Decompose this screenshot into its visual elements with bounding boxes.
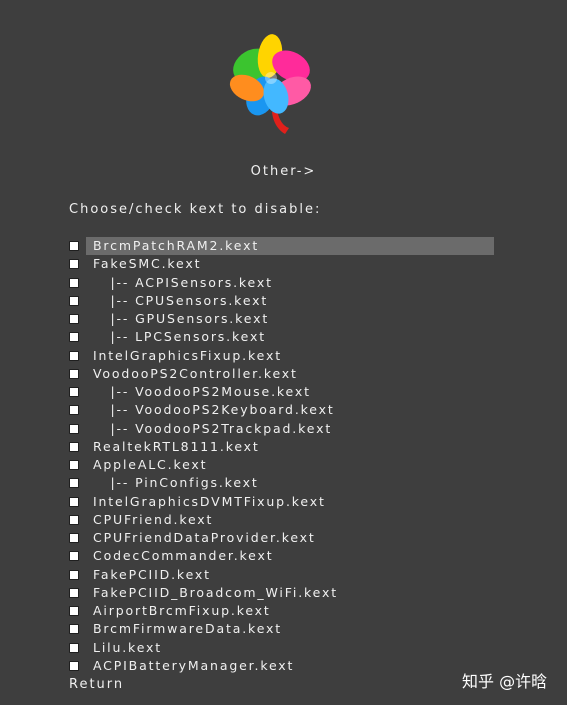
kext-checkbox[interactable] [69, 533, 79, 544]
kext-checkbox[interactable] [69, 514, 79, 525]
kext-row[interactable]: ACPIBatteryManager.kext [69, 657, 509, 675]
kext-label[interactable]: Lilu.kext [93, 639, 162, 657]
kext-label[interactable]: |-- ACPISensors.kext [93, 274, 273, 292]
kext-row[interactable]: |-- PinConfigs.kext [69, 474, 509, 492]
kext-checkbox[interactable] [69, 405, 79, 416]
kext-checkbox[interactable] [69, 587, 79, 598]
kext-label[interactable]: CPUFriendDataProvider.kext [93, 529, 316, 547]
kext-checkbox[interactable] [69, 441, 79, 452]
kext-row[interactable]: |-- GPUSensors.kext [69, 310, 509, 328]
kext-checkbox[interactable] [69, 642, 79, 653]
kext-row[interactable]: |-- VoodooPS2Trackpad.kext [69, 420, 509, 438]
kext-label[interactable]: IntelGraphicsDVMTFixup.kext [93, 493, 326, 511]
kext-checkbox[interactable] [69, 277, 79, 288]
kext-label[interactable]: CodecCommander.kext [93, 547, 274, 565]
kext-row[interactable]: VoodooPS2Controller.kext [69, 365, 509, 383]
kext-checkbox[interactable] [69, 259, 79, 270]
kext-checkbox[interactable] [69, 660, 79, 671]
section-title: Other-> [250, 164, 317, 179]
kext-checkbox[interactable] [69, 460, 79, 471]
kext-label[interactable]: |-- PinConfigs.kext [93, 474, 259, 492]
kext-label[interactable]: |-- VoodooPS2Trackpad.kext [93, 420, 332, 438]
return-menu-item[interactable]: Return [69, 677, 124, 692]
kext-checkbox[interactable] [69, 241, 79, 252]
kext-row[interactable]: |-- VoodooPS2Keyboard.kext [69, 401, 509, 419]
kext-row[interactable]: RealtekRTL8111.kext [69, 438, 509, 456]
kext-row[interactable]: IntelGraphicsDVMTFixup.kext [69, 493, 509, 511]
kext-label[interactable]: BrcmFirmwareData.kext [93, 620, 282, 638]
kext-checkbox[interactable] [69, 314, 79, 325]
watermark-text: 知乎 @许晗 [462, 672, 548, 691]
kext-checkbox[interactable] [69, 368, 79, 379]
kext-row[interactable]: FakePCIID_Broadcom_WiFi.kext [69, 584, 509, 602]
kext-label[interactable]: RealtekRTL8111.kext [93, 438, 260, 456]
clover-logo-icon [223, 30, 317, 138]
kext-row[interactable]: |-- ACPISensors.kext [69, 274, 509, 292]
kext-label[interactable]: |-- VoodooPS2Keyboard.kext [93, 401, 335, 419]
kext-row[interactable]: Lilu.kext [69, 639, 509, 657]
kext-row[interactable]: IntelGraphicsFixup.kext [69, 347, 509, 365]
kext-checkbox[interactable] [69, 551, 79, 562]
kext-label[interactable]: BrcmPatchRAM2.kext [86, 237, 494, 256]
kext-checkbox[interactable] [69, 295, 79, 306]
kext-list: BrcmPatchRAM2.kext FakeSMC.kext |-- ACPI… [69, 237, 509, 675]
kext-checkbox[interactable] [69, 496, 79, 507]
kext-row[interactable]: AppleALC.kext [69, 456, 509, 474]
kext-label[interactable]: CPUFriend.kext [93, 511, 213, 529]
kext-label[interactable]: |-- CPUSensors.kext [93, 292, 268, 310]
kext-checkbox[interactable] [69, 387, 79, 398]
kext-checkbox[interactable] [69, 332, 79, 343]
kext-row[interactable]: CodecCommander.kext [69, 547, 509, 565]
kext-checkbox[interactable] [69, 569, 79, 580]
kext-label[interactable]: FakeSMC.kext [93, 255, 201, 273]
kext-row[interactable]: BrcmFirmwareData.kext [69, 620, 509, 638]
kext-row[interactable]: CPUFriendDataProvider.kext [69, 529, 509, 547]
kext-checkbox[interactable] [69, 350, 79, 361]
kext-row[interactable]: FakeSMC.kext [69, 255, 509, 273]
kext-checkbox[interactable] [69, 606, 79, 617]
kext-row[interactable]: AirportBrcmFixup.kext [69, 602, 509, 620]
kext-row[interactable]: BrcmPatchRAM2.kext [69, 237, 509, 256]
kext-label[interactable]: IntelGraphicsFixup.kext [93, 347, 282, 365]
kext-row[interactable]: |-- CPUSensors.kext [69, 292, 509, 310]
kext-label[interactable]: |-- VoodooPS2Mouse.kext [93, 383, 311, 401]
kext-label[interactable]: |-- GPUSensors.kext [93, 310, 269, 328]
kext-label[interactable]: FakePCIID.kext [93, 566, 211, 584]
kext-label[interactable]: ACPIBatteryManager.kext [93, 657, 294, 675]
kext-label[interactable]: FakePCIID_Broadcom_WiFi.kext [93, 584, 338, 602]
instruction-text: Choose/check kext to disable: [69, 202, 322, 217]
kext-checkbox[interactable] [69, 478, 79, 489]
kext-label[interactable]: |-- LPCSensors.kext [93, 328, 266, 346]
kext-label[interactable]: AirportBrcmFixup.kext [93, 602, 271, 620]
kext-row[interactable]: FakePCIID.kext [69, 566, 509, 584]
kext-label[interactable]: VoodooPS2Controller.kext [93, 365, 298, 383]
kext-label[interactable]: AppleALC.kext [93, 456, 207, 474]
kext-row[interactable]: CPUFriend.kext [69, 511, 509, 529]
kext-checkbox[interactable] [69, 624, 79, 635]
kext-checkbox[interactable] [69, 423, 79, 434]
kext-row[interactable]: |-- VoodooPS2Mouse.kext [69, 383, 509, 401]
kext-row[interactable]: |-- LPCSensors.kext [69, 328, 509, 346]
